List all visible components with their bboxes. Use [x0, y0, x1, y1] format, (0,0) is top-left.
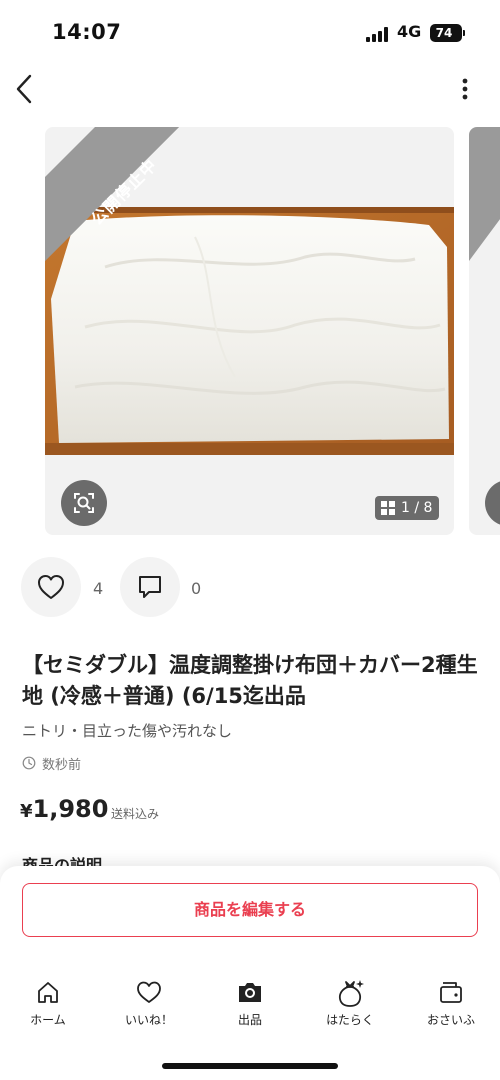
chevron-left-icon	[16, 74, 32, 104]
camera-icon	[239, 983, 261, 1002]
home-indicator	[162, 1063, 338, 1069]
more-vertical-icon	[462, 78, 468, 100]
tab-work-label: はたらく	[326, 1013, 374, 1027]
battery-level: 74	[435, 26, 453, 40]
network-type: 4G	[397, 22, 422, 41]
next-photo-card[interactable]	[469, 127, 500, 535]
heart-icon	[38, 575, 64, 599]
battery-icon: 74	[430, 24, 462, 42]
shipping-label: 送料込み	[111, 807, 160, 821]
tab-sell[interactable]: 出品	[210, 978, 290, 1034]
image-search-icon	[74, 493, 94, 513]
comment-button[interactable]	[120, 557, 180, 617]
tab-work[interactable]: はたらく	[310, 978, 390, 1034]
price: ¥1,980	[20, 795, 108, 823]
product-title: 【セミダブル】温度調整掛け布団＋カバー2種生地 (冷感＋普通) (6/15迄出品	[22, 653, 478, 708]
edit-item-button[interactable]: 商品を編集する	[22, 883, 478, 937]
next-photo-ribbon	[469, 127, 500, 261]
comment-count: 0	[191, 579, 202, 598]
more-button[interactable]	[456, 76, 474, 102]
posted-time: 数秒前	[42, 758, 82, 773]
tab-likes-label: いいね！	[124, 1013, 173, 1027]
price-value: 1,980	[32, 795, 109, 823]
status-bar: 14:07 4G 74	[0, 0, 500, 62]
comment-icon	[139, 576, 161, 598]
tab-home[interactable]: ホーム	[8, 978, 88, 1034]
bottom-sheet: 商品を編集する ホーム いいね！ 出品 はたらく おさいふ	[0, 866, 500, 1080]
status-ribbon: 公開停止中	[45, 127, 225, 307]
money-bag-icon	[338, 980, 364, 1007]
next-photo-search-button	[485, 480, 500, 526]
home-icon	[38, 982, 58, 1003]
photo-page-count: 1 / 8	[401, 500, 433, 516]
tab-wallet-label: おさいふ	[426, 1013, 475, 1027]
tab-home-label: ホーム	[30, 1013, 66, 1027]
tab-sell-label: 出品	[237, 1013, 262, 1027]
ribbon-shape	[45, 127, 179, 261]
product-photo-card[interactable]: 公開停止中 1 / 8	[45, 127, 454, 535]
clock-icon	[22, 756, 36, 770]
like-button[interactable]	[21, 557, 81, 617]
photo-page-indicator[interactable]: 1 / 8	[375, 496, 439, 520]
status-time: 14:07	[52, 20, 122, 44]
like-count: 4	[93, 579, 104, 598]
battery-tip	[463, 30, 465, 36]
grid-icon	[381, 501, 395, 515]
currency-symbol: ¥	[20, 801, 33, 822]
tab-likes[interactable]: いいね！	[109, 978, 189, 1034]
tab-wallet[interactable]: おさいふ	[411, 978, 491, 1034]
product-subtitle: ニトリ・目立った傷や汚れなし	[22, 722, 233, 740]
back-button[interactable]	[14, 72, 38, 106]
signal-icon	[366, 26, 390, 42]
wallet-icon	[440, 982, 462, 1003]
heart-icon	[137, 981, 161, 1003]
image-search-button[interactable]	[61, 480, 107, 526]
